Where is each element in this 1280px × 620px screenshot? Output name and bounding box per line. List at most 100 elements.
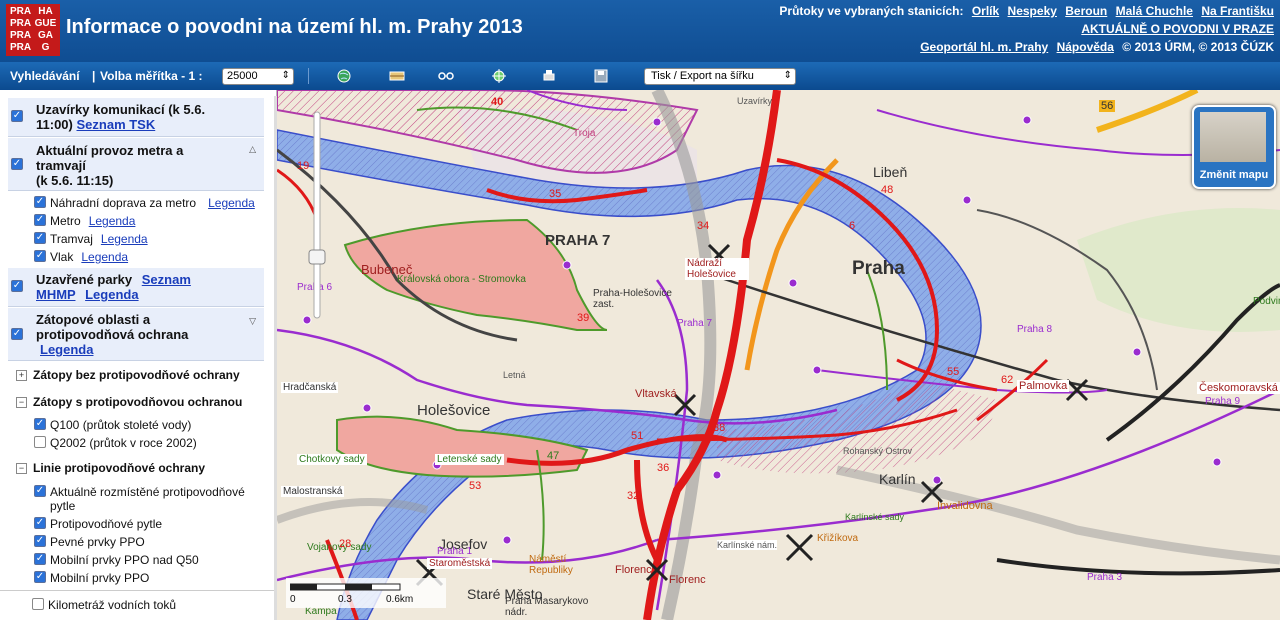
transit-checkbox[interactable]: ✓ xyxy=(11,158,23,170)
map-label-district: PRAHA 7 xyxy=(545,232,611,249)
expand-icon[interactable]: ▽ xyxy=(249,316,256,327)
collapse-icon[interactable]: △ xyxy=(249,144,256,155)
checkbox[interactable] xyxy=(32,598,44,610)
map-label-street: Letná xyxy=(503,370,526,380)
station-link-nespeky[interactable]: Nespeky xyxy=(1008,4,1057,18)
group-road-closures: ✓ Uzavírky komunikací (k 5.6. 11:00) Sez… xyxy=(8,98,264,137)
line-item-label: Aktuálně rozmístěné protipovodňové pytle xyxy=(50,485,245,513)
road-closures-checkbox[interactable]: ✓ xyxy=(11,110,23,122)
route-number: 34 xyxy=(697,220,710,232)
line-item: ✓ Protipovodňové pytle xyxy=(34,517,162,531)
checkbox[interactable]: ✓ xyxy=(34,418,46,430)
map-label-park: Letenské sady xyxy=(435,454,504,465)
route-number: 48 xyxy=(881,184,894,196)
map-label-street: Uzavírky xyxy=(737,96,773,106)
protected-item-label: Q2002 (průtok v roce 2002) xyxy=(50,436,197,450)
current-flood-link[interactable]: AKTUÁLNĚ O POVODNI V PRAZE xyxy=(1081,22,1274,36)
map-label-station: Hradčanská xyxy=(281,382,339,393)
section-lines[interactable]: − Linie protipovodňové ochrany xyxy=(16,461,205,475)
transit-item: ✓ Tramvaj Legenda xyxy=(34,232,148,246)
checkbox[interactable]: ✓ xyxy=(34,196,46,208)
expand-toggle-icon[interactable]: + xyxy=(16,369,27,381)
line-item: ✓ Mobilní prvky PPO xyxy=(34,571,149,585)
map-label-station: Florenc xyxy=(615,564,652,576)
checkbox[interactable]: ✓ xyxy=(34,214,46,226)
scale-bar: 0 0.3 0.6km xyxy=(286,578,446,608)
checkbox[interactable]: ✓ xyxy=(34,553,46,565)
section-label: Linie protipovodňové ochrany xyxy=(33,461,206,475)
checkbox[interactable]: ✓ xyxy=(34,232,46,244)
legend-link[interactable]: Legenda xyxy=(85,287,138,302)
legend-link[interactable]: Legenda xyxy=(89,214,136,228)
route-number: 47 xyxy=(547,450,560,462)
route-number: 32 xyxy=(627,490,640,502)
station-link-beroun[interactable]: Beroun xyxy=(1065,4,1107,18)
print-icon[interactable] xyxy=(540,67,558,85)
checkbox[interactable]: ✓ xyxy=(34,517,46,529)
save-icon[interactable] xyxy=(592,67,610,85)
transit-item: ✓ Metro Legenda xyxy=(34,214,135,228)
legend-link[interactable]: Legenda xyxy=(81,250,128,264)
map-label-district: Troja xyxy=(573,128,596,139)
collapse-toggle-icon[interactable]: − xyxy=(16,396,27,408)
globe-icon[interactable] xyxy=(335,67,353,85)
scale-label: Volba měřítka - 1 : xyxy=(100,69,203,83)
parks-mhmp-link[interactable]: MHMP xyxy=(36,287,75,302)
flood-checkbox[interactable]: ✓ xyxy=(11,328,23,340)
map-canvas[interactable]: PRAHA 7 Praha Libeň Bubeneč Královská ob… xyxy=(277,90,1280,620)
checkbox[interactable] xyxy=(34,436,46,448)
export-select[interactable]: Tisk / Export na šířku xyxy=(644,68,796,85)
map-label-station: Staroměstská xyxy=(427,558,493,569)
checkbox[interactable]: ✓ xyxy=(34,535,46,547)
parks-list-link[interactable]: Seznam xyxy=(142,272,191,287)
transit-date: (k 5.6. 11:15) xyxy=(36,173,114,188)
zoom-slider[interactable] xyxy=(308,110,326,320)
layers-icon[interactable] xyxy=(388,67,406,85)
checkbox[interactable]: ✓ xyxy=(34,485,46,497)
line-item: ✓ Mobilní prvky PPO nad Q50 xyxy=(34,553,199,567)
map-label-station: Palmovka xyxy=(1017,380,1070,392)
divider xyxy=(308,68,309,84)
map-thumbnail xyxy=(1200,112,1266,162)
footer-links-row: Geoportál hl. m. Prahy Nápověda © 2013 Ú… xyxy=(915,40,1274,54)
map-label-street: Karlínské nám. xyxy=(717,540,778,550)
measure-icon[interactable] xyxy=(437,67,455,85)
logo-text: PRA xyxy=(9,6,32,17)
station-link-orlik[interactable]: Orlík xyxy=(972,4,999,18)
flood-text: Zátopové oblasti a protipovodňová ochran… xyxy=(36,312,226,357)
help-link[interactable]: Nápověda xyxy=(1057,40,1114,54)
route-number: 56 xyxy=(1099,100,1116,112)
protected-item: Q2002 (průtok v roce 2002) xyxy=(34,436,197,450)
page-title: Informace o povodni na území hl. m. Prah… xyxy=(66,16,523,38)
flows-label: Průtoky ve vybraných stanicích: xyxy=(779,4,964,18)
transit-label: Aktuální provoz metra a tramvají xyxy=(36,143,184,173)
route-number: 6 xyxy=(849,220,856,232)
search-tab[interactable]: Vyhledávání xyxy=(10,69,80,83)
checkbox[interactable]: ✓ xyxy=(34,571,46,583)
change-map-button[interactable]: Změnit mapu xyxy=(1192,105,1276,189)
change-map-label: Změnit mapu xyxy=(1199,169,1269,181)
parks-checkbox[interactable]: ✓ xyxy=(11,280,23,292)
map-label-district: Praha 8 xyxy=(1017,324,1053,335)
station-link-mala-chuchle[interactable]: Malá Chuchle xyxy=(1116,4,1193,18)
logo-text: G xyxy=(41,42,50,53)
map-label-station: Praha-Holešovice zast. xyxy=(593,288,672,310)
locate-icon[interactable] xyxy=(490,67,508,85)
section-unprotected[interactable]: + Zátopy bez protipovodňové ochrany xyxy=(16,368,240,382)
section-protected[interactable]: − Zátopy s protipovodňovou ochranou xyxy=(16,395,242,409)
collapse-toggle-icon[interactable]: − xyxy=(16,462,27,474)
legend-link[interactable]: Legenda xyxy=(101,232,148,246)
legend-link[interactable]: Legenda xyxy=(208,196,255,210)
map-label-district: Holešovice xyxy=(417,402,491,419)
map-label-city: Praha xyxy=(852,258,905,279)
road-closures-link[interactable]: Seznam TSK xyxy=(77,117,156,132)
map-label-district: Libeň xyxy=(873,164,908,180)
map-label-station: Náměstí Republiky xyxy=(529,554,573,576)
checkbox[interactable]: ✓ xyxy=(34,250,46,262)
scale-select[interactable]: 25000 xyxy=(222,68,294,85)
station-link-na-frantisku[interactable]: Na Františku xyxy=(1201,4,1274,18)
map-label-park: Karlínské sady xyxy=(845,512,905,522)
route-number: 35 xyxy=(549,188,562,200)
geoportal-link[interactable]: Geoportál hl. m. Prahy xyxy=(920,40,1048,54)
legend-link[interactable]: Legenda xyxy=(40,342,93,357)
